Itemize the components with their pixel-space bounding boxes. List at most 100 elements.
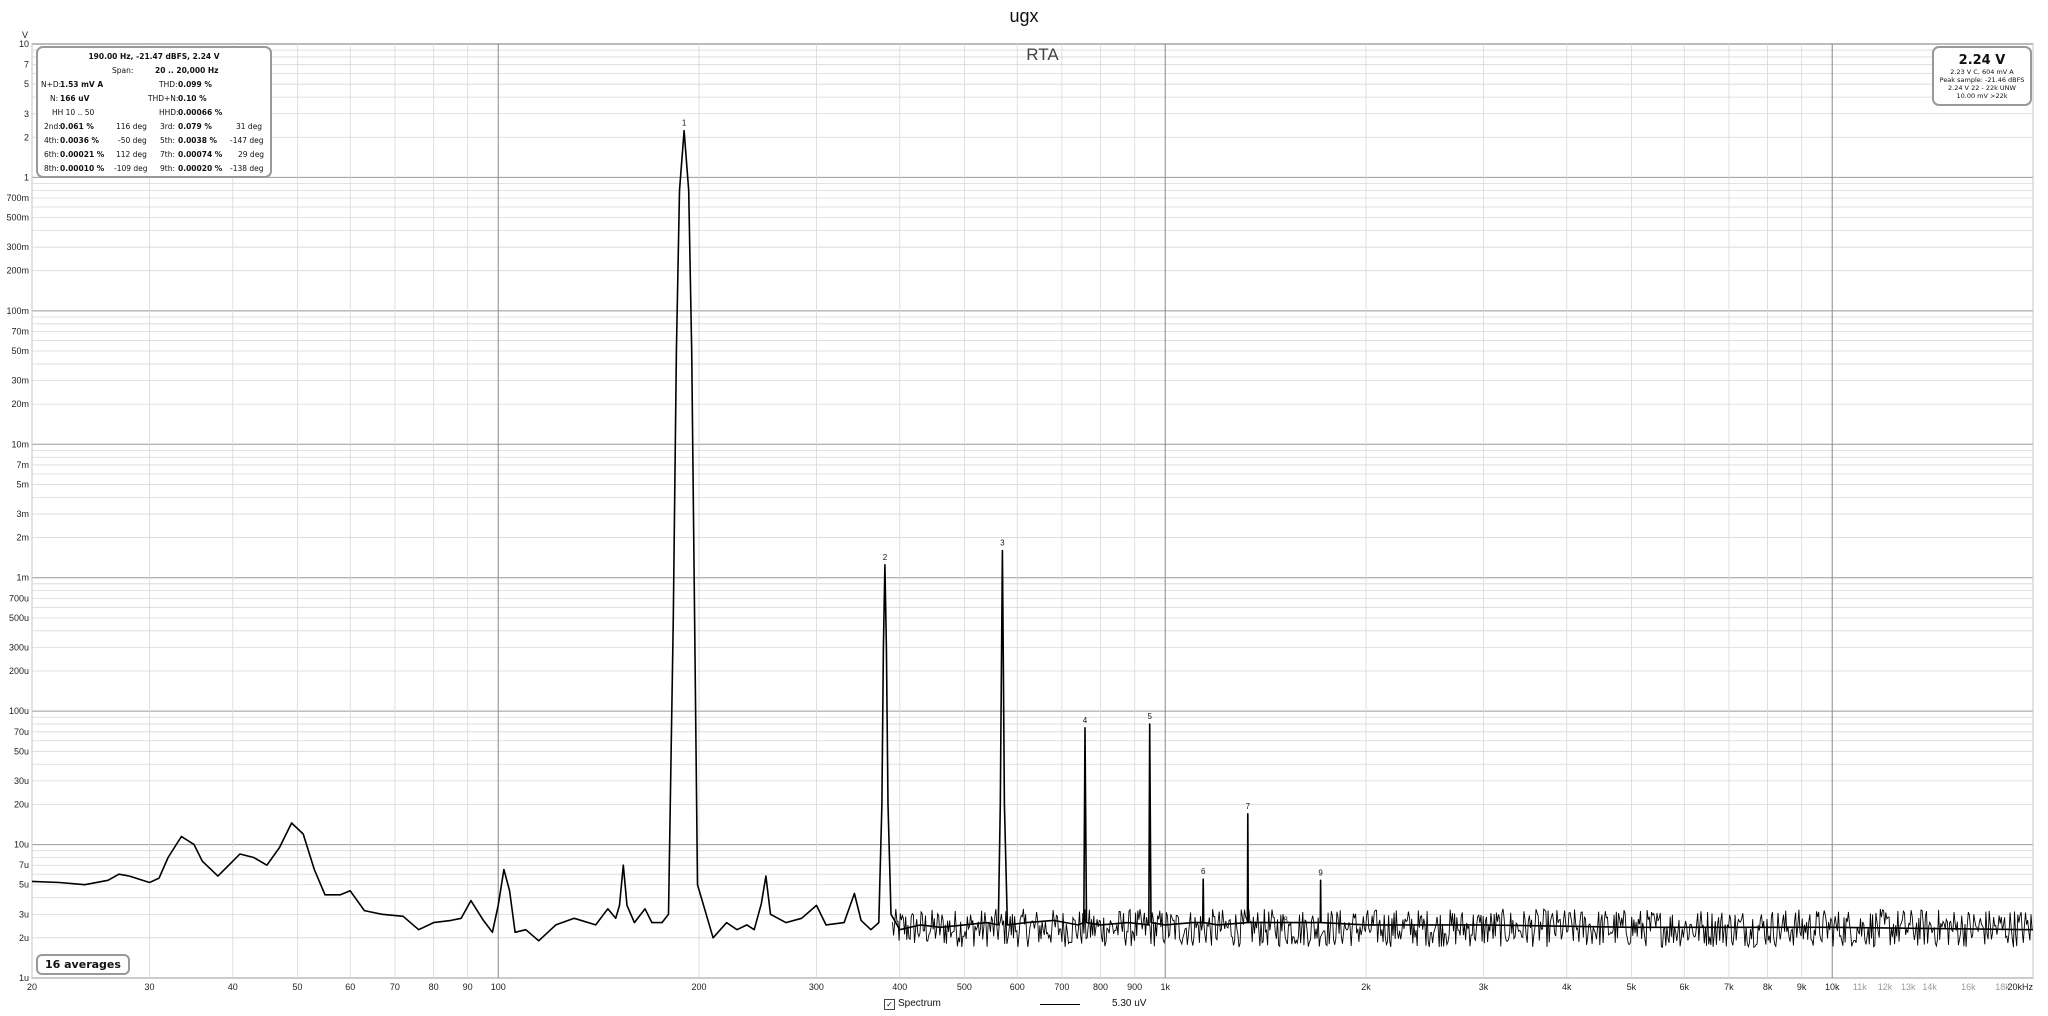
y-unit-label: V <box>22 30 28 40</box>
thdn-label: THD+N: <box>148 94 179 103</box>
x-tick-label: 12k <box>1878 982 1893 992</box>
y-tick-label: 2m <box>16 533 29 543</box>
y-tick-label: 5u <box>19 880 29 890</box>
y-tick-label: 3u <box>19 909 29 919</box>
x-tick-label: 300 <box>809 982 824 992</box>
h7-value: 0.00074 % <box>178 150 223 159</box>
h8-phase: -109 deg <box>114 164 148 173</box>
nd-label: N+D: <box>41 80 62 89</box>
y-tick-label: 200m <box>6 266 29 276</box>
y-tick-label: 2u <box>19 933 29 943</box>
x-tick-label: 40 <box>228 982 238 992</box>
y-tick-label: 100u <box>9 706 29 716</box>
h4-value: 0.0036 % <box>60 136 100 145</box>
h2-label: 2nd: <box>44 122 61 131</box>
spectrum-legend-label[interactable]: Spectrum <box>898 998 941 1009</box>
h9-label: 9th: <box>160 164 175 173</box>
y-tick-label: 500u <box>9 613 29 623</box>
rta-chart[interactable]: 10 7 5 3 2 1 700m 500m 300m 200m 100m 70m 50m 30m 20m 1… <box>0 0 2048 1016</box>
h3-phase: 31 deg <box>236 122 263 131</box>
x-tick-label: 16k <box>1961 982 1976 992</box>
h4-phase: -50 deg <box>118 136 147 145</box>
y-tick-label: 300m <box>6 242 29 252</box>
y-tick-label: 10 <box>19 39 29 49</box>
x-tick-label: 500 <box>957 982 972 992</box>
x-tick-label: 200 <box>691 982 706 992</box>
h3-value: 0.079 % <box>178 122 212 131</box>
y-tick-label: 50u <box>14 746 29 756</box>
thd-label: THD: <box>159 80 178 89</box>
x-tick-label: 70 <box>390 982 400 992</box>
level-line-above-22k: 10.00 mV >22k <box>1956 92 2008 100</box>
y-tick-label: 200u <box>9 666 29 676</box>
h7-label: 7th: <box>160 150 175 159</box>
y-tick-label: 2 <box>24 132 29 142</box>
level-meter-panel[interactable]: 2.24 V 2.23 V C, 604 mV A Peak sample: -… <box>1932 46 2032 106</box>
y-tick-label: 1m <box>16 573 29 583</box>
y-tick-label: 500m <box>6 213 29 223</box>
thd-value: 0.099 % <box>178 80 212 89</box>
x-tick-label: 60 <box>345 982 355 992</box>
harmonic-marker-label: 7 <box>1246 802 1251 811</box>
y-tick-label: 3 <box>24 109 29 119</box>
n-value: 166 uV <box>60 94 90 103</box>
hhd-label: HHD: <box>159 108 179 117</box>
x-tick-label: 30 <box>144 982 154 992</box>
y-tick-label: 30u <box>14 776 29 786</box>
h6-value: 0.00021 % <box>60 150 105 159</box>
y-tick-label: 20u <box>14 799 29 809</box>
x-tick-label: 80 <box>429 982 439 992</box>
x-tick-label: 3k <box>1479 982 1489 992</box>
x-tick-label: 700 <box>1054 982 1069 992</box>
x-tick-label: 11k <box>1853 982 1867 992</box>
level-line-peak: Peak sample: -21.46 dBFS <box>1939 76 2025 84</box>
stats-header: 190.00 Hz, -21.47 dBFS, 2.24 V <box>88 52 220 61</box>
x-tick-label: 14k <box>1922 982 1937 992</box>
h9-value: 0.00020 % <box>178 164 223 173</box>
x-tick-label: 4k <box>1562 982 1572 992</box>
cursor-value: 5.30 uV <box>1112 998 1147 1009</box>
spectrum-checkbox[interactable]: ✓ <box>884 999 895 1010</box>
y-tick-label: 700m <box>6 193 29 203</box>
x-tick-label: 10k <box>1825 982 1840 992</box>
x-tick-label: 400 <box>892 982 907 992</box>
x-tick-label: 900 <box>1127 982 1142 992</box>
distortion-stats-panel[interactable]: 190.00 Hz, -21.47 dBFS, 2.24 V Span: 20 … <box>36 46 272 178</box>
h5-value: 0.0038 % <box>178 136 218 145</box>
harmonic-marker-label: 8 <box>1283 915 1288 924</box>
y-tick-label: 300u <box>9 642 29 652</box>
x-tick-label: 13k <box>1901 982 1916 992</box>
nd-value: 1.53 mV A <box>60 80 104 89</box>
x-tick-label: 2k <box>1361 982 1371 992</box>
y-tick-label: 10m <box>11 439 29 449</box>
h3-label: 3rd: <box>160 122 176 131</box>
y-tick-label: 7 <box>24 60 29 70</box>
y-tick-label: 5m <box>16 479 29 489</box>
y-tick-label: 20m <box>11 399 29 409</box>
h6-label: 6th: <box>44 150 59 159</box>
level-main-value: 2.24 V <box>1958 53 2006 68</box>
y-tick-label: 1 <box>24 172 29 182</box>
x-tick-label: 5k <box>1627 982 1637 992</box>
spectrum-legend-line <box>1040 1004 1080 1005</box>
h2-phase: 116 deg <box>116 122 147 131</box>
averages-badge[interactable]: 16 averages <box>36 954 130 975</box>
harmonic-marker-label: 4 <box>1083 716 1088 725</box>
h7-phase: 29 deg <box>238 150 265 159</box>
y-tick-label: 700u <box>9 593 29 603</box>
span-label: Span: <box>112 66 134 75</box>
x-tick-label: 600 <box>1010 982 1025 992</box>
h5-label: 5th: <box>160 136 175 145</box>
x-tick-label: 90 <box>463 982 473 992</box>
x-tick-label: 100 <box>491 982 506 992</box>
x-tick-label: 20 <box>27 982 37 992</box>
h4-label: 4th: <box>44 136 59 145</box>
h8-label: 8th: <box>44 164 59 173</box>
harmonic-marker-label: 5 <box>1148 712 1153 721</box>
x-tick-label: 1k <box>1160 982 1170 992</box>
y-tick-label: 70u <box>14 727 29 737</box>
hh-label: HH 10 .. 50 <box>52 108 95 117</box>
y-tick-label: 70m <box>11 327 29 337</box>
y-tick-label: 10u <box>14 840 29 850</box>
n-label: N: <box>50 94 59 103</box>
